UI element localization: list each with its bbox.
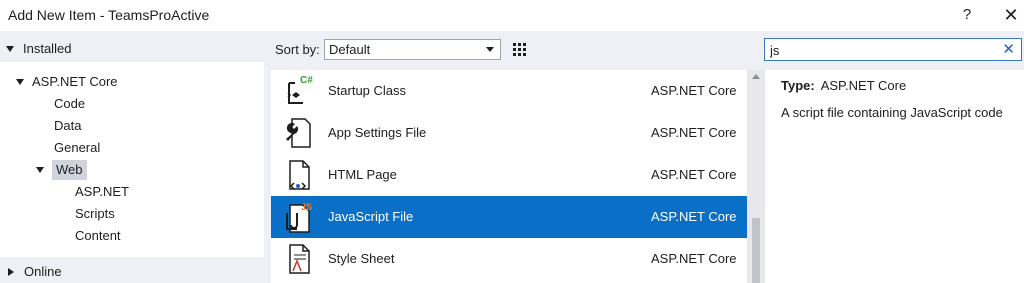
tree-item-content[interactable]: Content bbox=[75, 226, 121, 246]
tree-item-label: Code bbox=[54, 96, 86, 111]
scroll-up-icon[interactable] bbox=[752, 74, 760, 79]
sort-by-label: Sort by: bbox=[275, 42, 320, 57]
item-category: ASP.NET Core bbox=[651, 125, 737, 140]
tree-item-aspnet[interactable]: ASP.NET bbox=[75, 182, 129, 202]
tree-item-aspnet-core[interactable]: ASP.NET Core bbox=[16, 72, 118, 92]
title-bar: Add New Item - TeamsProActive ? ✕ bbox=[0, 0, 1024, 31]
item-description: A script file containing JavaScript code bbox=[781, 105, 1003, 120]
svg-text:JS: JS bbox=[301, 202, 312, 212]
close-button[interactable]: ✕ bbox=[1000, 4, 1022, 26]
type-value: ASP.NET Core bbox=[820, 78, 907, 93]
tree-item-data[interactable]: Data bbox=[54, 116, 81, 136]
collapse-arrow-icon[interactable] bbox=[8, 268, 14, 276]
list-scrollbar[interactable] bbox=[747, 70, 765, 283]
small-icons-view-button[interactable] bbox=[508, 38, 530, 60]
tree-item-label: Web bbox=[52, 160, 87, 180]
expand-arrow-icon[interactable] bbox=[16, 79, 24, 85]
stylesheet-file-icon bbox=[289, 244, 310, 274]
tree-item-label: Content bbox=[75, 228, 121, 243]
item-name: HTML Page bbox=[328, 167, 397, 182]
online-label: Online bbox=[24, 264, 62, 279]
help-button[interactable]: ? bbox=[956, 4, 978, 26]
list-item-style-sheet[interactable]: Style Sheet ASP.NET Core bbox=[271, 238, 747, 280]
tree-item-label: ASP.NET Core bbox=[32, 74, 118, 89]
sort-by-value: Default bbox=[329, 42, 371, 57]
expand-arrow-icon[interactable] bbox=[6, 46, 14, 52]
item-category: ASP.NET Core bbox=[651, 83, 737, 98]
search-box[interactable]: ✕ bbox=[764, 38, 1022, 61]
item-name: JavaScript File bbox=[328, 209, 414, 224]
grid-view-icon bbox=[513, 43, 526, 56]
clear-search-icon[interactable]: ✕ bbox=[1002, 40, 1015, 58]
item-category: ASP.NET Core bbox=[651, 251, 737, 266]
tree-item-label: General bbox=[54, 140, 101, 155]
tree-item-label: Scripts bbox=[75, 206, 115, 221]
search-input[interactable] bbox=[770, 42, 990, 58]
list-item-startup-class[interactable]: C# Startup Class ASP.NET Core bbox=[271, 70, 747, 112]
item-category: ASP.NET Core bbox=[651, 209, 737, 224]
tree-item-label: ASP.NET bbox=[75, 184, 129, 199]
item-name: Style Sheet bbox=[328, 251, 395, 266]
list-item-html-page[interactable]: HTML Page ASP.NET Core bbox=[271, 154, 747, 196]
settings-file-icon bbox=[286, 118, 311, 148]
details-panel: Type: ASP.NET Core A script file containi… bbox=[765, 70, 1024, 283]
expand-arrow-icon[interactable] bbox=[36, 167, 44, 173]
online-node[interactable]: Online bbox=[8, 264, 62, 279]
template-tree: ASP.NET Core Code Data General Web ASP.N… bbox=[0, 62, 264, 257]
item-name: App Settings File bbox=[328, 125, 427, 140]
list-item-javascript-file[interactable]: JS JavaScript File ASP.NET Core bbox=[271, 196, 747, 238]
window-title: Add New Item - TeamsProActive bbox=[8, 7, 210, 23]
csharp-class-icon: C# bbox=[287, 75, 313, 104]
chevron-down-icon bbox=[486, 47, 494, 52]
template-list: C# Startup Class ASP.NET Core App Settin… bbox=[271, 70, 747, 283]
type-key: Type: bbox=[781, 78, 815, 93]
scroll-thumb[interactable] bbox=[752, 218, 760, 283]
tree-item-scripts[interactable]: Scripts bbox=[75, 204, 115, 224]
installed-node[interactable]: Installed bbox=[6, 41, 71, 56]
list-item-app-settings[interactable]: App Settings File ASP.NET Core bbox=[271, 112, 747, 154]
type-line: Type: ASP.NET Core bbox=[781, 78, 906, 93]
javascript-file-icon: JS bbox=[286, 202, 312, 233]
tree-item-code[interactable]: Code bbox=[54, 94, 85, 114]
tree-item-web[interactable]: Web bbox=[36, 160, 87, 180]
item-category: ASP.NET Core bbox=[651, 167, 737, 182]
tree-item-general[interactable]: General bbox=[54, 138, 100, 158]
html-file-icon bbox=[289, 160, 310, 190]
tree-item-label: Data bbox=[54, 118, 82, 133]
svg-text:C#: C# bbox=[300, 75, 313, 86]
item-name: Startup Class bbox=[328, 83, 407, 98]
sort-by-dropdown[interactable]: Default bbox=[324, 39, 501, 60]
installed-label: Installed bbox=[23, 41, 72, 56]
